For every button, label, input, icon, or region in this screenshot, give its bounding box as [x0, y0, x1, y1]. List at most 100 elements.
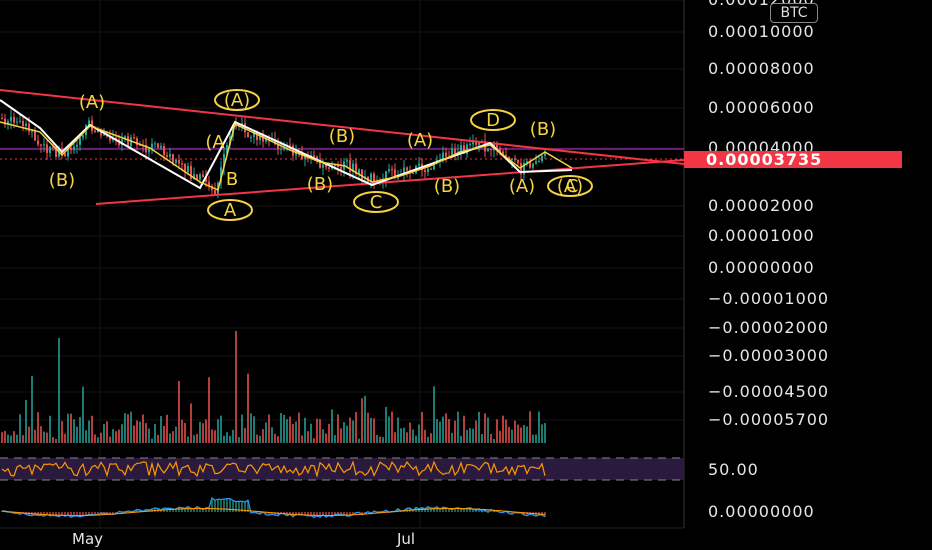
volume-bar — [379, 436, 381, 443]
volume-bar — [124, 413, 126, 443]
wave-label: A — [224, 200, 237, 221]
candle-body — [361, 169, 363, 180]
candle-body — [76, 144, 78, 147]
unit-badge[interactable]: BTC — [770, 3, 818, 23]
volume-bar — [472, 428, 474, 443]
volume-bar — [514, 420, 516, 443]
volume-bar — [115, 431, 117, 443]
volume-bar — [10, 435, 12, 443]
candle-body — [166, 155, 168, 157]
volume-bar — [181, 419, 183, 443]
price-tick-label: 0.00001000 — [708, 226, 815, 245]
price-tick-label: 0.00010000 — [708, 22, 815, 41]
volume-bar — [412, 429, 414, 443]
candle-body — [25, 123, 27, 127]
wave-label: (A) — [509, 176, 535, 197]
candle-body — [160, 145, 162, 148]
volume-bar — [148, 428, 150, 443]
price-candles — [1, 109, 546, 198]
macd-bar — [217, 499, 219, 512]
volume-bar — [289, 416, 291, 443]
volume-bar — [352, 420, 354, 443]
volume-bar — [394, 432, 396, 443]
volume-bar — [298, 412, 300, 443]
volume-bar — [268, 414, 270, 443]
volume-bar — [475, 420, 477, 443]
candle-body — [541, 155, 543, 162]
volume-bar — [154, 424, 156, 443]
price-tick-label: −0.00005700 — [708, 410, 830, 429]
price-tick-label: −0.00004500 — [708, 382, 830, 401]
candle-body — [70, 147, 72, 151]
volume-bar — [331, 409, 333, 443]
volume-bar — [112, 429, 114, 443]
candle-body — [10, 117, 12, 122]
volume-bar — [313, 438, 315, 443]
volume-bar — [310, 423, 312, 443]
candle-body — [418, 163, 420, 166]
candle-body — [28, 123, 30, 132]
volume-bar — [328, 423, 330, 443]
volume-bar — [361, 398, 363, 443]
candle-body — [346, 160, 348, 162]
candle-body — [322, 164, 324, 168]
candle-body — [49, 146, 51, 153]
volume-bar — [295, 421, 297, 443]
volume-bar — [85, 430, 87, 443]
volume-bar — [466, 430, 468, 443]
volume-bar — [241, 414, 243, 443]
candle-body — [430, 168, 432, 170]
volume-bar — [52, 437, 54, 443]
candle-body — [187, 166, 189, 173]
wave-label: (B) — [434, 176, 460, 197]
volume-bar — [67, 413, 69, 443]
volume-bar — [76, 426, 78, 443]
volume-bar — [55, 438, 57, 443]
volume-bar — [175, 426, 177, 443]
time-label-jul: Jul — [397, 530, 416, 548]
volume-bar — [118, 429, 120, 443]
candle-body — [202, 174, 204, 178]
volume-bar — [31, 375, 33, 443]
volume-bar — [232, 429, 234, 443]
macd-bar — [214, 500, 216, 512]
wave-label: (B) — [530, 119, 556, 140]
volume-bar — [259, 435, 261, 443]
volume-bar — [349, 417, 351, 443]
volume-bar — [145, 423, 147, 443]
volume-bar — [445, 413, 447, 443]
macd-bar — [232, 500, 234, 512]
volume-bar — [397, 417, 399, 443]
grid-lines — [0, 0, 684, 528]
candle-body — [532, 163, 534, 168]
volume-bar — [376, 434, 378, 443]
volume-bar — [499, 430, 501, 443]
volume-bar — [406, 432, 408, 443]
volume-bar — [127, 414, 129, 443]
wave-label: (B) — [329, 126, 355, 147]
volume-bar — [22, 435, 24, 443]
volume-bar — [217, 419, 219, 443]
volume-bar — [280, 412, 282, 443]
price-tick-label: 0.00002000 — [708, 196, 815, 215]
volume-bar — [541, 424, 543, 443]
candle-body — [19, 120, 21, 122]
wave-label: (A) — [407, 130, 433, 151]
volume-bar — [166, 414, 168, 443]
volume-bar — [523, 424, 525, 443]
candle-body — [406, 167, 408, 171]
candle-body — [490, 149, 492, 151]
candle-body — [163, 145, 165, 156]
volume-bar — [226, 432, 228, 443]
volume-bar — [316, 418, 318, 443]
price-tick-label: 0.00000000 — [708, 258, 815, 277]
volume-bar — [187, 436, 189, 443]
wave-label: C — [370, 192, 383, 213]
volume-bar — [151, 438, 153, 443]
volume-bar — [415, 435, 417, 443]
candle-body — [427, 168, 429, 172]
macd-bar — [220, 499, 222, 512]
volume-bar — [40, 426, 42, 443]
volume-bar — [358, 438, 360, 443]
candle-body — [487, 149, 489, 152]
